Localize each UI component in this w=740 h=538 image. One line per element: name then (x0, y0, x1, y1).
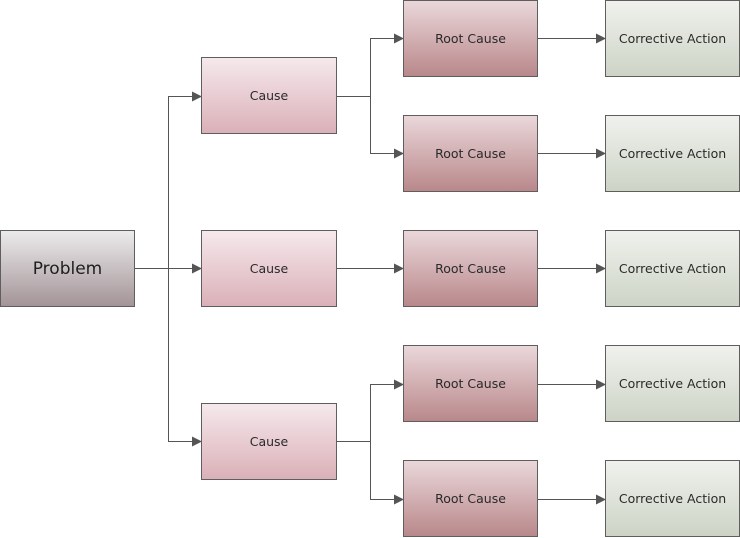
problem-label: Problem (32, 258, 103, 279)
corrective-action-label: Corrective Action (618, 491, 727, 506)
corrective-action-node-2a[interactable]: Corrective Action (605, 230, 740, 307)
connector-cause-1-root-a (337, 33, 404, 97)
cause-node-1[interactable]: Cause (201, 57, 337, 134)
root-cause-node-1a[interactable]: Root Cause (403, 0, 538, 77)
cause-label: Cause (249, 434, 289, 449)
corrective-action-node-1b[interactable]: Corrective Action (605, 115, 740, 192)
corrective-action-node-1a[interactable]: Corrective Action (605, 0, 740, 77)
connector-cause-3-root-b (370, 441, 404, 505)
cause-label: Cause (249, 261, 289, 276)
corrective-action-label: Corrective Action (618, 261, 727, 276)
root-cause-label: Root Cause (435, 31, 506, 46)
connector-problem-cause-1 (168, 91, 202, 269)
connector-cause-1-root-b (370, 96, 404, 159)
corrective-action-node-3b[interactable]: Corrective Action (605, 460, 740, 537)
root-cause-node-2a[interactable]: Root Cause (403, 230, 538, 307)
root-cause-node-3b[interactable]: Root Cause (403, 460, 538, 537)
cause-label: Cause (249, 88, 289, 103)
root-cause-label: Root Cause (435, 376, 506, 391)
root-cause-node-1b[interactable]: Root Cause (403, 115, 538, 192)
root-cause-node-3a[interactable]: Root Cause (403, 345, 538, 422)
corrective-action-node-3a[interactable]: Corrective Action (605, 345, 740, 422)
root-cause-label: Root Cause (435, 491, 506, 506)
corrective-action-label: Corrective Action (618, 146, 727, 161)
connector-cause-3-root-a (337, 379, 404, 442)
corrective-action-label: Corrective Action (618, 31, 727, 46)
root-cause-label: Root Cause (435, 261, 506, 276)
root-cause-label: Root Cause (435, 146, 506, 161)
cause-node-3[interactable]: Cause (201, 403, 337, 480)
corrective-action-label: Corrective Action (618, 376, 727, 391)
cause-node-2[interactable]: Cause (201, 230, 337, 307)
connector-problem-cause-3 (168, 268, 202, 447)
problem-node[interactable]: Problem (0, 230, 135, 307)
